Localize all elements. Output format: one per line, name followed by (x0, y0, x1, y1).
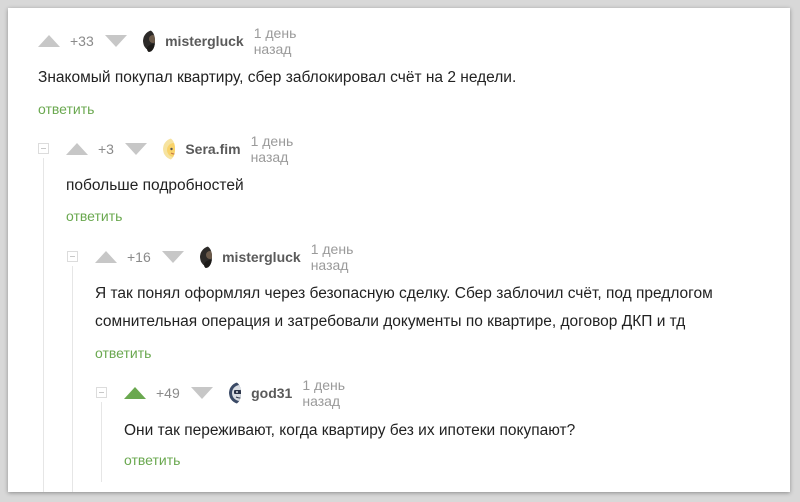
comment-author[interactable]: mistergluck (165, 33, 244, 49)
comment-header: +33 mistergluck 1 день назад (38, 25, 301, 57)
comment-text: Знакомый покупал квартиру, сбер заблокир… (38, 69, 517, 86)
upvote-icon[interactable] (95, 250, 117, 264)
comment-header: +3 Sera.fim 1 день назад (66, 133, 298, 165)
comment-header: +49 god31 1 день назад (124, 377, 350, 409)
downvote-icon[interactable] (104, 34, 127, 48)
avatar[interactable] (142, 30, 156, 52)
downvote-icon[interactable] (161, 250, 184, 264)
upvote-icon[interactable] (66, 142, 88, 156)
comment-author[interactable]: god31 (251, 385, 292, 401)
thread-line (101, 402, 102, 482)
downvote-icon[interactable] (124, 142, 147, 156)
comment-time[interactable]: 1 день назад (251, 133, 298, 165)
reply-link[interactable]: ответить (95, 345, 151, 361)
upvote-icon[interactable] (124, 386, 146, 400)
comment-author[interactable]: Sera.fim (185, 141, 240, 157)
avatar[interactable] (199, 246, 213, 268)
comments-panel: +33 mistergluck 1 день назад Знакомый по… (8, 8, 790, 492)
comment-text: сомнительная операция и затребовали доку… (95, 313, 686, 330)
thread-line (43, 158, 44, 492)
comment-text: Я так понял оформлял через безопасную сд… (95, 285, 713, 302)
avatar[interactable] (228, 382, 242, 404)
comment-header: +16 mistergluck 1 день назад (95, 241, 358, 273)
comment-text: Они так переживают, когда квартиру без и… (124, 422, 576, 439)
comment-score: +16 (127, 249, 151, 265)
comment-score: +3 (98, 141, 114, 157)
thread-line (72, 266, 73, 492)
collapse-thread-button[interactable] (38, 143, 49, 154)
reply-link[interactable]: ответить (66, 208, 122, 224)
collapse-thread-button[interactable] (96, 387, 107, 398)
reply-link[interactable]: ответить (38, 101, 94, 117)
comment-score: +49 (156, 385, 180, 401)
collapse-thread-button[interactable] (67, 251, 78, 262)
comment-time[interactable]: 1 день назад (302, 377, 349, 409)
comment-score: +33 (70, 33, 94, 49)
comment-author[interactable]: mistergluck (222, 249, 301, 265)
reply-link[interactable]: ответить (124, 452, 180, 468)
comment-time[interactable]: 1 день назад (311, 241, 358, 273)
avatar[interactable] (162, 138, 176, 160)
upvote-icon[interactable] (38, 34, 60, 48)
comment-time[interactable]: 1 день назад (254, 25, 301, 57)
comment-text: побольше подробностей (66, 177, 244, 194)
downvote-icon[interactable] (190, 386, 213, 400)
